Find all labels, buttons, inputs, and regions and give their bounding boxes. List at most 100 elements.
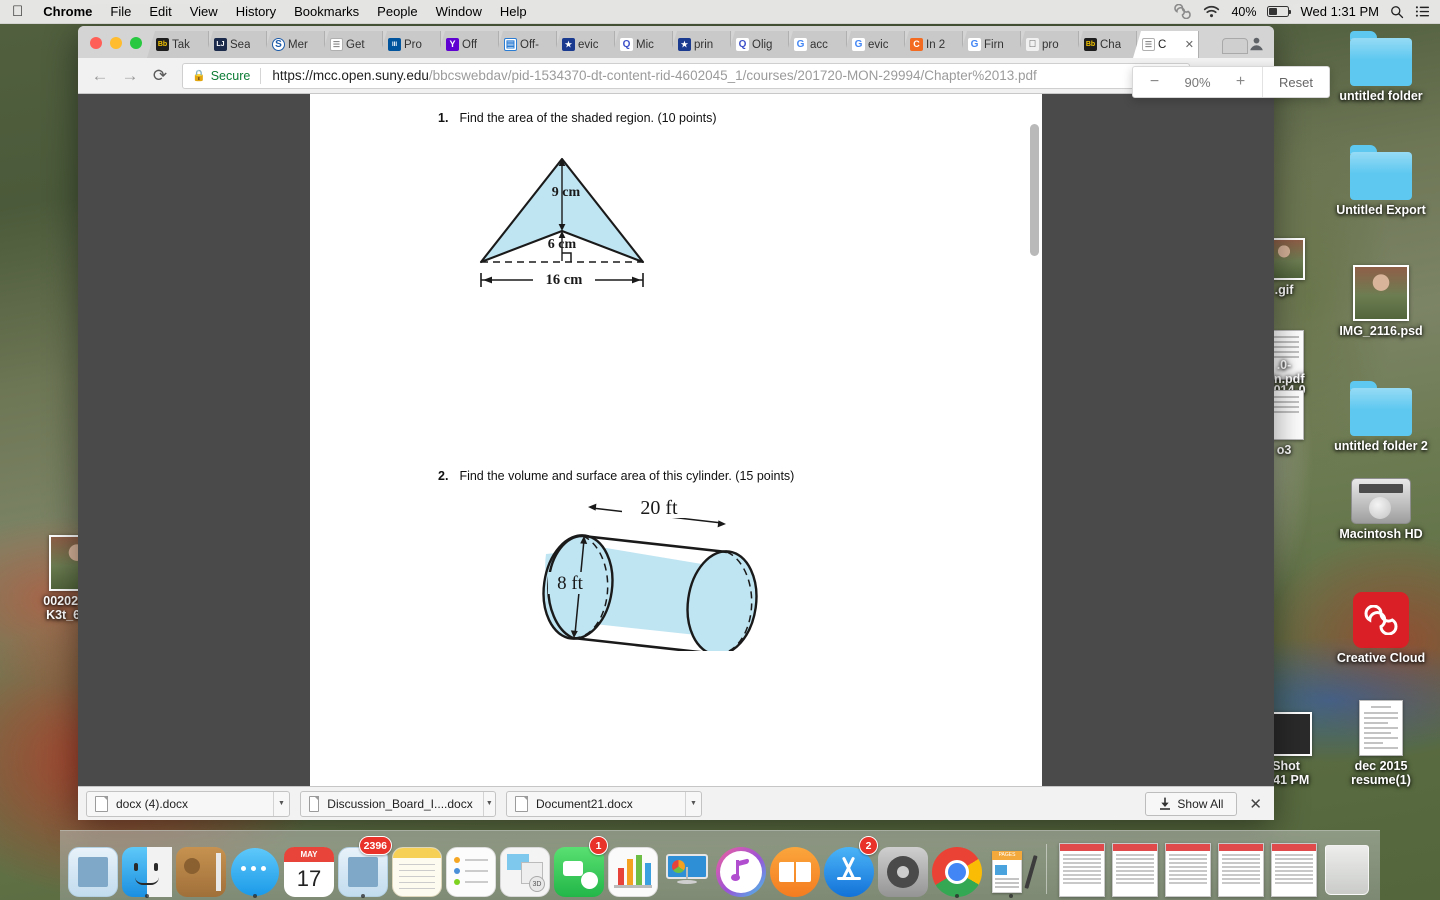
desktop-icon-untitled-folder-2[interactable]: untitled folder 2 xyxy=(1326,381,1436,453)
dock-item-photos[interactable]: 3D xyxy=(500,839,550,897)
show-all-downloads-button[interactable]: Show All xyxy=(1145,791,1238,816)
maximize-window-button[interactable] xyxy=(130,37,142,49)
desktop-icon-resume[interactable]: dec 2015 resume(1) xyxy=(1326,700,1436,787)
notification-center-icon[interactable] xyxy=(1415,5,1430,18)
download-item[interactable]: docx (4).docx ▼ xyxy=(86,790,290,817)
tab-label: Olig xyxy=(752,38,773,51)
browser-tab[interactable]: Q Olig xyxy=(727,31,789,58)
menu-item-file[interactable]: File xyxy=(101,4,140,19)
download-item[interactable]: Discussion_Board_I....docx ▼ xyxy=(300,790,496,817)
dock-item-mail-handoff[interactable] xyxy=(68,839,118,897)
document-icon: ☰ xyxy=(1142,38,1155,51)
desktop-icon-untitled-folder[interactable]: untitled folder xyxy=(1326,31,1436,103)
desktop-icon-creative-cloud[interactable]: Creative Cloud xyxy=(1326,592,1436,665)
dock-item-mail[interactable]: 2396 xyxy=(338,836,392,898)
desktop-icon-macintosh-hd[interactable]: Macintosh HD xyxy=(1326,478,1436,541)
menu-item-people[interactable]: People xyxy=(368,4,426,19)
download-menu-caret-icon[interactable]: ▼ xyxy=(685,791,701,816)
close-tab-icon[interactable]: ✕ xyxy=(1185,38,1194,51)
trash-icon xyxy=(1325,845,1370,895)
dock-item-notes[interactable] xyxy=(392,839,442,897)
creative-cloud-menu-icon[interactable] xyxy=(1173,4,1192,19)
browser-tab[interactable]: III Pro xyxy=(379,31,441,58)
reload-icon[interactable]: ⟳ xyxy=(146,62,174,90)
google-icon: G xyxy=(794,38,807,51)
browser-tab[interactable]: ★ evic xyxy=(553,31,615,58)
zoom-reset-button[interactable]: Reset xyxy=(1262,67,1329,97)
browser-tab[interactable]: G Firn xyxy=(959,31,1021,58)
dock-item-google-chrome[interactable] xyxy=(932,839,982,898)
browser-tab[interactable]: ☰ C ✕ xyxy=(1133,31,1199,58)
desktop-icon-img-2116[interactable]: IMG_2116.psd xyxy=(1326,265,1436,338)
browser-tab[interactable]: ☰ Get xyxy=(321,31,383,58)
browser-tab[interactable]: Bb Tak xyxy=(147,31,209,58)
browser-tab[interactable]: S Mer xyxy=(263,31,325,58)
download-menu-caret-icon[interactable]: ▼ xyxy=(273,791,289,816)
profile-avatar-icon[interactable] xyxy=(1248,35,1274,58)
dock-item-itunes[interactable] xyxy=(716,839,766,897)
zoom-out-button[interactable]: − xyxy=(1133,73,1176,91)
url-path: /bbcswebdav/pid-1534370-dt-content-rid-4… xyxy=(428,68,1037,83)
desktop-icon-label: Creative Cloud xyxy=(1336,651,1426,665)
browser-tab[interactable]: Y Off xyxy=(437,31,499,58)
menu-item-edit[interactable]: Edit xyxy=(140,4,180,19)
dock-document-item[interactable] xyxy=(1057,839,1106,897)
close-window-button[interactable] xyxy=(90,37,102,49)
browser-tab[interactable]: ★ prin xyxy=(669,31,731,58)
browser-tab[interactable]: Q Mic xyxy=(611,31,673,58)
dock-item-reminders[interactable] xyxy=(446,839,496,897)
spotlight-search-icon[interactable] xyxy=(1390,5,1404,19)
dock-item-app-store[interactable]: 2 xyxy=(824,836,878,897)
dock-document-item[interactable] xyxy=(1110,839,1159,897)
dock-document-item[interactable] xyxy=(1270,839,1319,897)
dock-item-numbers[interactable] xyxy=(608,839,658,897)
dock-item-messages[interactable] xyxy=(230,839,280,898)
dock-item-ibooks[interactable] xyxy=(770,839,820,897)
browser-tab[interactable]: C In 2 xyxy=(901,31,963,58)
forward-arrow-icon[interactable]: → xyxy=(116,62,144,90)
browser-tab[interactable]: LJ Sea xyxy=(205,31,267,58)
dock-item-contacts[interactable] xyxy=(176,839,226,897)
minimize-window-button[interactable] xyxy=(110,37,122,49)
document-icon xyxy=(95,795,108,812)
menu-bar-clock[interactable]: Wed 1:31 PM xyxy=(1300,4,1379,19)
dock-item-finder[interactable] xyxy=(122,839,172,898)
dock-document-item[interactable] xyxy=(1163,839,1212,897)
zoom-in-button[interactable]: + xyxy=(1219,73,1262,91)
dock-item-facetime[interactable]: 1 xyxy=(554,836,608,897)
calendar-icon: MAY 17 xyxy=(284,847,334,897)
pdf-scrollbar[interactable] xyxy=(1030,124,1039,256)
menu-item-help[interactable]: Help xyxy=(491,4,536,19)
menu-item-bookmarks[interactable]: Bookmarks xyxy=(285,4,368,19)
browser-tab[interactable]: Gacc xyxy=(785,31,847,58)
download-menu-caret-icon[interactable]: ▼ xyxy=(482,791,495,816)
desktop-icon-untitled-export[interactable]: Untitled Export xyxy=(1326,145,1436,217)
wifi-icon[interactable] xyxy=(1203,5,1220,18)
s-circle-icon: S xyxy=(272,38,285,51)
browser-tab[interactable]: ▤ Off- xyxy=(495,31,557,58)
dock-document-item[interactable] xyxy=(1216,839,1265,897)
tab-label: Cha xyxy=(1100,38,1122,51)
menu-item-history[interactable]: History xyxy=(227,4,285,19)
dock-item-keynote[interactable] xyxy=(662,839,712,897)
close-downloads-bar-button[interactable]: ✕ xyxy=(1249,795,1262,813)
browser-tab[interactable]: Gevic xyxy=(843,31,905,58)
messages-icon xyxy=(230,847,280,897)
download-item[interactable]: Document21.docx ▼ xyxy=(506,790,702,817)
dock-item-pages[interactable]: PAGES xyxy=(986,839,1038,898)
dock-item-system-preferences[interactable] xyxy=(878,839,928,897)
browser-tab[interactable]: Bb Cha xyxy=(1075,31,1137,58)
address-bar[interactable]: 🔒 Secure https://mcc.open.suny.edu/bbcsw… xyxy=(182,62,1190,89)
apple-logo-icon[interactable]:  xyxy=(0,4,34,19)
battery-icon[interactable] xyxy=(1267,6,1292,17)
browser-tab[interactable]: pro xyxy=(1017,31,1079,58)
dock-item-trash[interactable] xyxy=(1323,839,1372,897)
dock-item-calendar[interactable]: MAY 17 xyxy=(284,839,334,897)
back-arrow-icon[interactable]: ← xyxy=(86,62,114,90)
document-icon xyxy=(515,795,528,812)
ieee-icon: III xyxy=(388,38,401,51)
new-tab-button[interactable] xyxy=(1222,38,1248,54)
menu-item-view[interactable]: View xyxy=(181,4,227,19)
menu-item-window[interactable]: Window xyxy=(427,4,491,19)
menu-item-chrome[interactable]: Chrome xyxy=(34,4,101,19)
